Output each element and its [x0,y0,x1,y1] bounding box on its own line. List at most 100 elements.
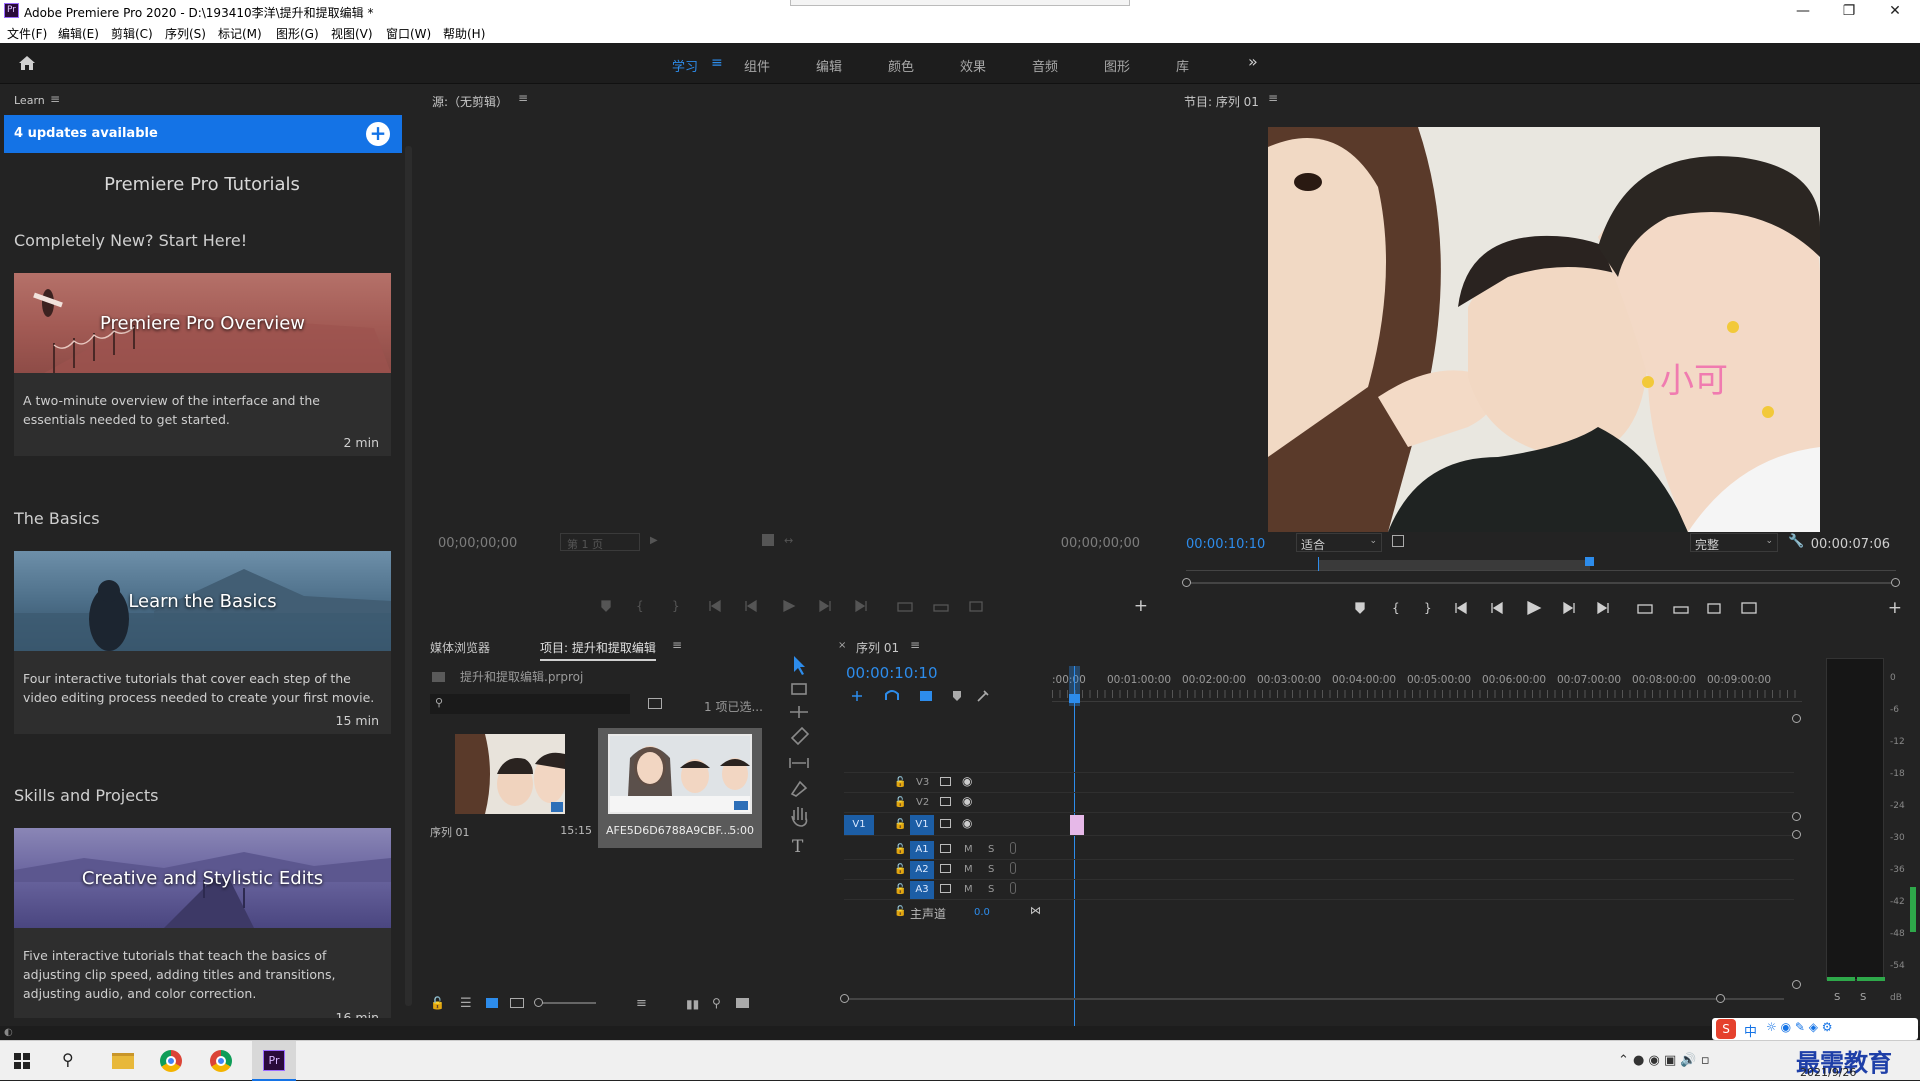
new-bin-icon[interactable] [736,998,749,1008]
track-lock-icon[interactable]: 🔓 [894,906,906,917]
selection-tool-icon[interactable] [794,656,805,675]
menu-clip[interactable]: 剪辑(C) [111,25,153,42]
ime-toolbar[interactable]: S 中 ☼ ◉ ✎ ◈ ⚙ [1712,1018,1918,1040]
microphone-icon[interactable] [1010,882,1016,894]
source-page-dropdown[interactable]: 第 1 页 [560,533,640,551]
close-tab-icon[interactable]: × [838,640,846,651]
premiere-taskbar-button[interactable]: Pr [252,1041,296,1081]
tab-media-browser[interactable]: 媒体浏览器 [430,639,490,656]
track-lock-icon[interactable]: 🔓 [894,864,906,875]
track-a3-label[interactable]: A3 [910,881,934,899]
maximize-button[interactable]: ❐ [1826,0,1872,22]
timeline-ruler[interactable]: :00:00 00:01:00:00 00:02:00:00 00:03:00:… [1052,672,1802,702]
workspace-learn[interactable]: 学习 [672,56,698,75]
timeline-timecode[interactable]: 00:00:10:10 [846,664,938,682]
workspace-color[interactable]: 颜色 [888,56,914,75]
find-icon[interactable]: ⚲ [712,996,721,1010]
track-a2-label[interactable]: A2 [910,861,934,879]
program-fit-dropdown[interactable]: 适合 ⌄ [1296,533,1382,552]
workspace-effects[interactable]: 效果 [960,56,986,75]
workspace-graphics[interactable]: 图形 [1104,56,1130,75]
menu-window[interactable]: 窗口(W) [386,25,431,42]
timeline-hscroll[interactable] [840,994,1784,1003]
track-lock-icon[interactable]: 🔓 [894,797,906,808]
track-a1-label[interactable]: A1 [910,841,934,859]
eye-icon[interactable]: ◉ [962,774,972,788]
project-item-clip[interactable]: AFE5D6D6788A9CBF... 5:00 [598,728,762,848]
menu-help[interactable]: 帮助(H) [443,25,485,42]
ripple-edit-tool-icon[interactable] [790,706,808,718]
eye-icon[interactable]: ◉ [962,794,972,808]
track-lock-icon[interactable]: 🔓 [894,844,906,855]
track-output-icon[interactable] [940,884,951,893]
program-add-button-icon[interactable]: + [1888,598,1902,618]
windows-start-icon[interactable] [14,1053,30,1069]
taskbar-date[interactable]: 2021/9/26 [1800,1066,1856,1079]
timeline-clip-v1[interactable] [1070,815,1084,835]
source-timecode-in[interactable]: 00;00;00;00 [438,536,517,551]
panel-menu-icon[interactable]: ≡ [50,92,60,106]
workspace-editing[interactable]: 编辑 [816,56,842,75]
expand-updates-icon[interactable]: + [366,122,390,146]
program-current-timecode[interactable]: 00:00:10:10 [1186,537,1265,552]
tab-project[interactable]: 项目: 提升和提取编辑 [540,639,656,661]
new-search-bin-icon[interactable] [648,698,662,709]
source-page-next-icon[interactable]: ▶ [650,535,658,546]
workspace-assembly[interactable]: 组件 [744,56,770,75]
source-panel-menu-icon[interactable]: ≡ [518,91,528,105]
microphone-icon[interactable] [1010,842,1016,854]
workspace-libraries[interactable]: 库 [1176,56,1189,75]
menu-file[interactable]: 文件(F) [7,25,47,42]
workspace-menu-icon[interactable]: ≡ [711,55,723,71]
chrome-icon[interactable] [160,1050,182,1072]
program-quality-dropdown[interactable]: 完整 ⌄ [1690,533,1778,552]
file-explorer-icon[interactable] [112,1053,134,1069]
track-lock-icon[interactable]: 🔓 [894,819,906,830]
menu-view[interactable]: 视图(V) [331,25,373,42]
zoom-slider[interactable] [534,998,596,1007]
menu-edit[interactable]: 编辑(E) [58,25,99,42]
type-tool-icon[interactable]: T [792,837,804,857]
program-settings-icon[interactable] [1392,535,1404,547]
timeline-vscroll-mid[interactable] [1792,812,1801,821]
project-search-input[interactable]: ⚲ [430,694,630,714]
ime-mode[interactable]: 中 [1744,1021,1757,1040]
track-output-icon[interactable] [940,777,951,786]
pen-tool-icon[interactable] [790,780,808,797]
meter-solo-left[interactable]: S [1834,992,1840,1003]
menu-graphics[interactable]: 图形(G) [276,25,319,42]
microphone-icon[interactable] [1010,862,1016,874]
list-view-icon[interactable]: ☰ [460,996,472,1011]
track-output-icon[interactable] [940,797,951,806]
tutorial-card-overview[interactable]: Premiere Pro Overview A two-minute overv… [14,273,391,456]
solo-button[interactable]: S [988,884,994,895]
close-button[interactable]: ✕ [1872,0,1918,22]
freeform-view-icon[interactable] [510,998,524,1008]
ime-tools-icons[interactable]: ☼ ◉ ✎ ◈ ⚙ [1766,1020,1833,1034]
master-volume[interactable]: 0.0 [974,907,990,918]
program-time-ruler[interactable] [1186,557,1896,571]
solo-button[interactable]: S [988,844,994,855]
minimize-button[interactable]: — [1780,0,1826,22]
tray-icons[interactable]: ⌃ ● ◉ ▣ 🔊 ▫ [1618,1053,1710,1068]
mute-button[interactable]: M [964,864,973,875]
home-icon[interactable] [18,55,36,71]
mute-button[interactable]: M [964,844,973,855]
track-select-tool-icon[interactable] [791,683,807,695]
slip-tool-icon[interactable] [789,758,809,768]
project-item-sequence[interactable]: 序列 01 15:15 [430,728,592,848]
timeline-vscroll-mid2[interactable] [1792,830,1801,839]
track-v3-label[interactable]: V3 [916,777,929,788]
track-lock-icon[interactable]: 🔓 [894,884,906,895]
mute-button[interactable]: M [964,884,973,895]
program-transport-icons[interactable]: {} [1352,600,1772,616]
track-v2-label[interactable]: V2 [916,797,929,808]
timeline-vscroll-bottom[interactable] [1792,980,1801,989]
razor-tool-icon[interactable] [790,726,810,746]
snap-icon[interactable] [885,690,899,700]
linked-selection-icon[interactable] [920,691,932,701]
track-output-icon[interactable] [940,844,951,853]
icon-view-icon[interactable] [486,998,498,1008]
track-output-icon[interactable] [940,864,951,873]
menu-sequence[interactable]: 序列(S) [165,25,206,42]
